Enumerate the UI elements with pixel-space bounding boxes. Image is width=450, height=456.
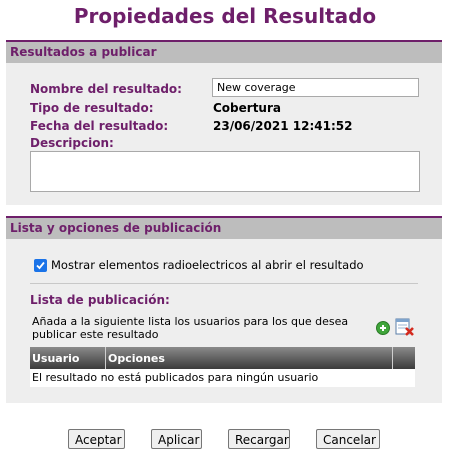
cancel-button[interactable]: Cancelar xyxy=(316,429,380,449)
apply-button[interactable]: Aplicar xyxy=(151,429,202,449)
publication-section: Lista y opciones de publicación Mostrar … xyxy=(6,216,442,403)
publication-list-label: Lista de publicación: xyxy=(30,293,170,307)
remove-user-icon[interactable] xyxy=(395,317,415,337)
accept-button[interactable]: Aceptar xyxy=(68,429,125,449)
results-section-heading: Resultados a publicar xyxy=(6,40,442,63)
column-header-user[interactable]: Usuario xyxy=(30,347,106,369)
section-divider xyxy=(30,283,418,284)
checkmark-icon xyxy=(36,261,45,270)
column-header-options[interactable]: Opciones xyxy=(106,347,393,369)
description-textarea[interactable] xyxy=(30,151,420,192)
results-section: Resultados a publicar Nombre del resulta… xyxy=(6,40,442,205)
table-empty-row: El resultado no está publicados para nin… xyxy=(30,369,415,387)
name-label: Nombre del resultado: xyxy=(30,82,182,96)
result-name-input[interactable] xyxy=(212,78,419,97)
type-value: Cobertura xyxy=(213,101,281,115)
description-label: Descripcion: xyxy=(30,136,114,150)
reload-button[interactable]: Recargar xyxy=(228,429,290,449)
publication-table-header: Usuario Opciones xyxy=(30,347,415,369)
publication-section-heading: Lista y opciones de publicación xyxy=(6,216,442,239)
add-user-icon[interactable] xyxy=(376,321,390,335)
date-label: Fecha del resultado: xyxy=(30,119,169,133)
publication-list-description: Añada a la siguiente lista los usuarios … xyxy=(32,315,349,341)
type-label: Tipo de resultado: xyxy=(30,101,154,115)
date-value: 23/06/2021 12:41:52 xyxy=(213,119,353,133)
show-elements-checkbox[interactable] xyxy=(34,259,47,272)
page-title: Propiedades del Resultado xyxy=(73,4,377,28)
column-header-spacer xyxy=(393,347,415,369)
show-elements-label[interactable]: Mostrar elementos radioelectricos al abr… xyxy=(51,258,364,272)
